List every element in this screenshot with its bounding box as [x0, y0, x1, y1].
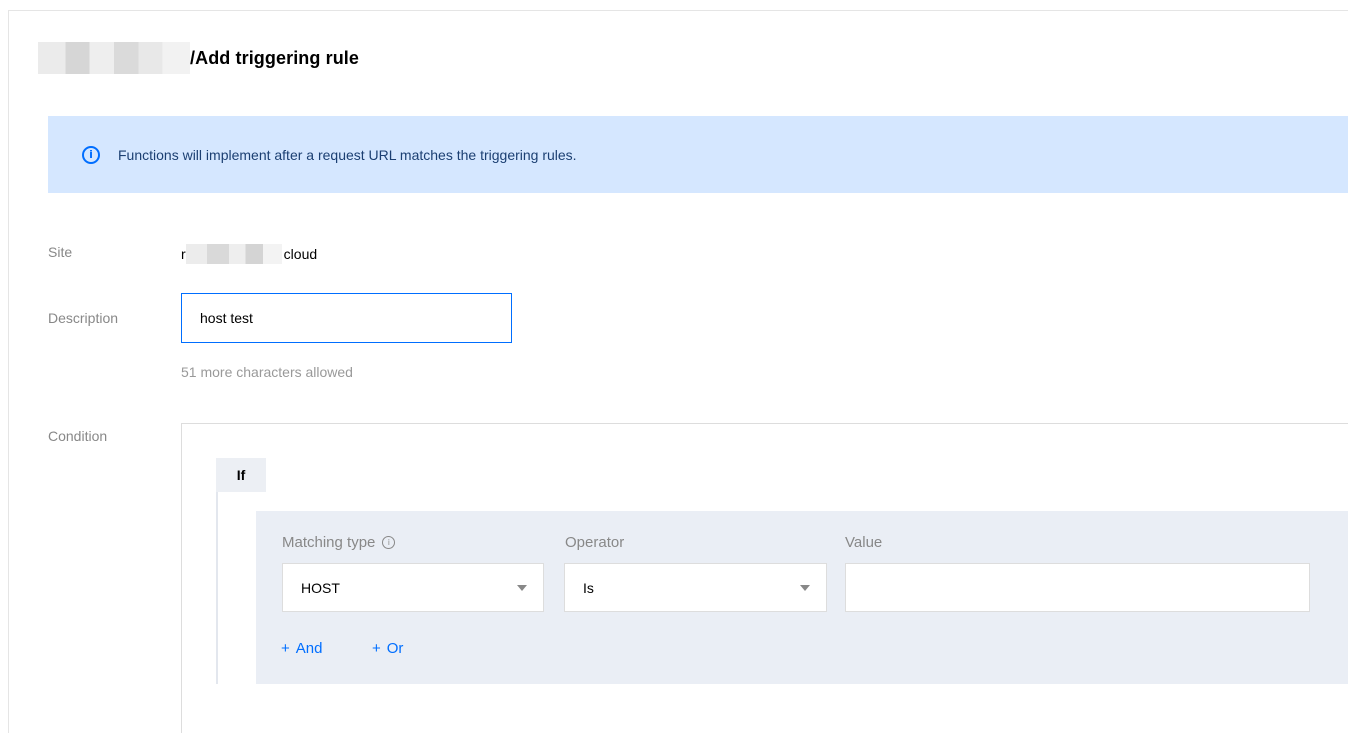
matching-type-selected: HOST — [301, 579, 340, 596]
info-circle-icon[interactable]: i — [382, 536, 396, 549]
caret-down-icon — [517, 585, 527, 591]
alert-text: Functions will implement after a request… — [118, 146, 577, 163]
operator-selected: Is — [583, 579, 594, 596]
if-tag: If — [216, 458, 266, 492]
description-input[interactable] — [181, 293, 512, 343]
page-title: /Add triggering rule — [190, 47, 360, 68]
operator-label: Operator — [565, 534, 625, 551]
page-header: /Add triggering rule — [38, 42, 359, 74]
matching-type-label-text: Matching type — [282, 534, 376, 551]
description-char-hint: 51 more characters allowed — [181, 364, 353, 380]
matching-type-select[interactable]: HOST — [282, 563, 544, 612]
site-value-redacted — [185, 244, 282, 264]
add-or-condition-button[interactable]: + Or — [372, 640, 403, 657]
info-alert: i Functions will implement after a reque… — [48, 116, 1348, 193]
and-label: And — [295, 640, 323, 657]
site-label: Site — [48, 244, 73, 260]
breadcrumb-redacted[interactable] — [38, 42, 190, 74]
info-circle-icon: i — [82, 145, 100, 164]
if-branch-line — [216, 492, 218, 684]
caret-down-icon — [800, 585, 810, 591]
value-input[interactable] — [845, 563, 1310, 612]
condition-label: Condition — [48, 428, 108, 444]
plus-icon: + — [372, 640, 381, 657]
description-label: Description — [48, 310, 119, 326]
operator-select[interactable]: Is — [564, 563, 827, 612]
matching-type-label: Matching type i — [282, 534, 396, 551]
value-label: Value — [845, 534, 883, 551]
add-and-condition-button[interactable]: + And — [281, 640, 322, 657]
site-value: r cloud — [181, 244, 317, 264]
plus-icon: + — [281, 640, 290, 657]
page: /Add triggering rule i Functions will im… — [0, 0, 1348, 733]
site-value-suffix: cloud — [283, 246, 318, 262]
or-label: Or — [386, 640, 404, 657]
